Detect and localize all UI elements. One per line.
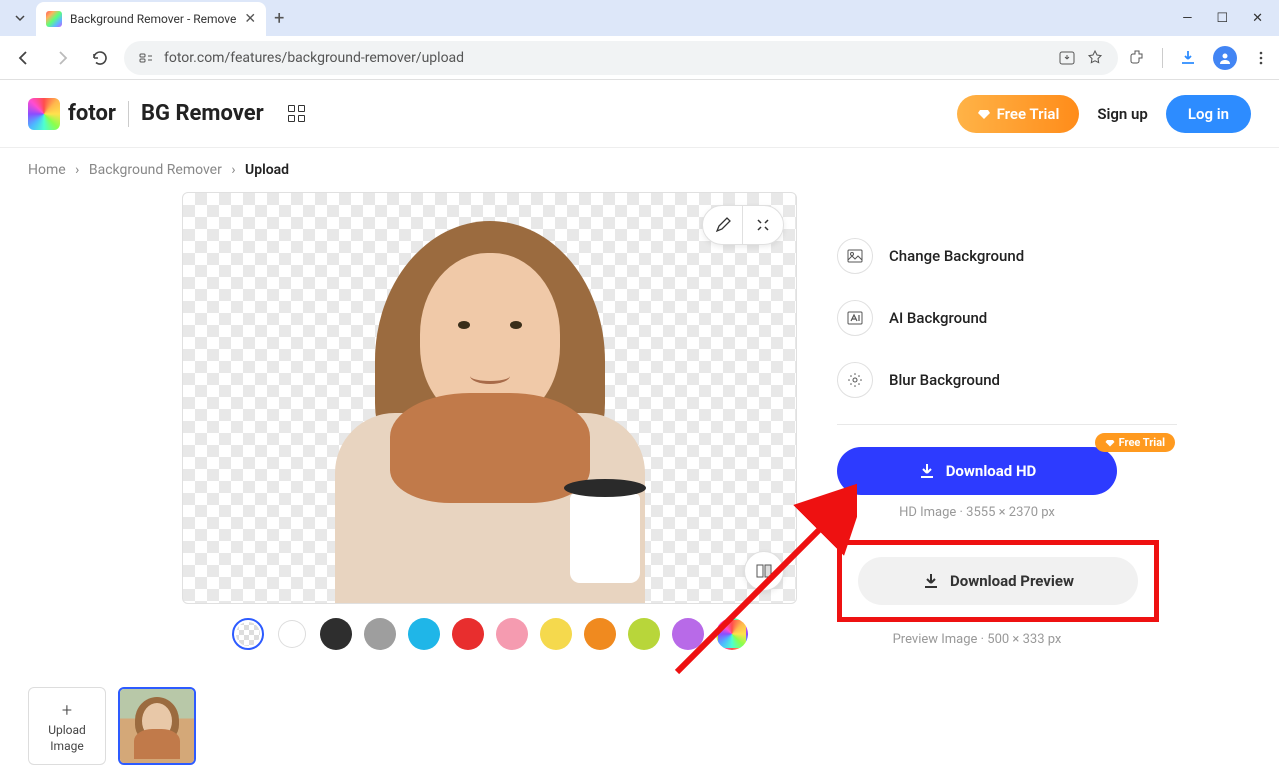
color-swatch[interactable] <box>232 618 264 650</box>
window-controls: — ☐ ✕ <box>1182 11 1271 26</box>
free-trial-label: Free Trial <box>997 105 1060 123</box>
download-preview-button[interactable]: Download Preview <box>858 557 1138 605</box>
back-button[interactable] <box>10 44 38 72</box>
color-swatches <box>182 618 797 650</box>
upload-image-button[interactable]: + Upload Image <box>28 687 106 765</box>
download-preview-label: Download Preview <box>950 572 1074 590</box>
downloads-icon[interactable] <box>1179 49 1197 67</box>
minimize-icon[interactable]: — <box>1182 11 1192 26</box>
reload-button[interactable] <box>86 44 114 72</box>
download-hd-button[interactable]: Download HD <box>837 447 1117 495</box>
install-app-icon[interactable] <box>1058 49 1076 67</box>
apps-grid-icon[interactable] <box>288 105 305 122</box>
color-swatch[interactable] <box>320 618 352 650</box>
brand-divider <box>128 101 129 127</box>
toolbar-divider <box>1162 48 1163 68</box>
action-panel: Change Background AI Background Blur Bac… <box>837 192 1177 667</box>
color-swatch[interactable] <box>408 618 440 650</box>
color-swatch[interactable] <box>716 618 748 650</box>
new-tab-button[interactable]: + <box>274 8 284 29</box>
download-icon <box>922 572 940 590</box>
upload-label-2: Image <box>50 739 83 753</box>
chevron-right-icon: › <box>75 162 79 178</box>
fotor-logo-icon[interactable] <box>28 98 60 130</box>
annotation-highlight: Download Preview <box>837 540 1159 622</box>
result-image <box>310 203 670 603</box>
breadcrumb: Home › Background Remover › Upload <box>0 148 1279 192</box>
thumbnail-preview <box>120 689 194 763</box>
compare-button[interactable] <box>744 551 784 591</box>
free-trial-badge: Free Trial <box>1095 433 1175 452</box>
bookmark-star-icon[interactable] <box>1086 49 1104 67</box>
profile-avatar[interactable] <box>1213 46 1237 70</box>
site-settings-icon[interactable] <box>138 50 154 66</box>
browser-tab-strip: Background Remover - Remove ✕ + — ☐ ✕ <box>0 0 1279 36</box>
color-swatch[interactable] <box>496 618 528 650</box>
download-icon <box>918 462 936 480</box>
tab-title: Background Remover - Remove <box>70 12 236 26</box>
chevron-right-icon: › <box>231 162 235 178</box>
url-text: fotor.com/features/background-remover/up… <box>164 50 1048 66</box>
color-swatch[interactable] <box>628 618 660 650</box>
brush-tool-button[interactable] <box>703 206 743 244</box>
color-swatch[interactable] <box>452 618 484 650</box>
hd-dimensions: HD Image · 3555 × 2370 px <box>837 505 1117 520</box>
preview-dimensions: Preview Image · 500 × 333 px <box>837 632 1117 647</box>
color-swatch[interactable] <box>364 618 396 650</box>
blur-bg-label: Blur Background <box>889 371 1000 389</box>
sub-brand: BG Remover <box>141 101 264 126</box>
image-thumbnail[interactable] <box>118 687 196 765</box>
menu-icon[interactable] <box>1253 50 1269 66</box>
canvas-toolbar <box>702 205 784 245</box>
favicon-icon <box>46 11 62 27</box>
browser-tab[interactable]: Background Remover - Remove ✕ <box>36 2 266 36</box>
ai-background-button[interactable]: AI Background <box>837 300 1177 336</box>
maximize-icon[interactable]: ☐ <box>1216 11 1228 26</box>
app-header: fotor BG Remover Free Trial Sign up Log … <box>0 80 1279 148</box>
breadcrumb-current: Upload <box>245 162 289 178</box>
url-input[interactable]: fotor.com/features/background-remover/up… <box>124 41 1118 75</box>
extensions-icon[interactable] <box>1128 49 1146 67</box>
image-canvas <box>182 192 797 604</box>
blur-icon <box>837 362 873 398</box>
change-bg-label: Change Background <box>889 247 1024 265</box>
breadcrumb-bg-remover[interactable]: Background Remover <box>89 162 222 178</box>
forward-button <box>48 44 76 72</box>
download-hd-label: Download HD <box>946 462 1037 480</box>
upload-label-1: Upload <box>48 723 86 737</box>
close-tab-icon[interactable]: ✕ <box>244 11 256 27</box>
color-swatch[interactable] <box>672 618 704 650</box>
close-window-icon[interactable]: ✕ <box>1252 11 1263 26</box>
signup-link[interactable]: Sign up <box>1097 105 1148 123</box>
plus-icon: + <box>62 700 72 721</box>
color-swatch[interactable] <box>276 618 308 650</box>
panel-divider <box>837 424 1177 425</box>
ai-bg-label: AI Background <box>889 309 987 327</box>
tab-search-dropdown[interactable] <box>8 6 32 30</box>
thumbnail-strip: + Upload Image <box>28 687 196 765</box>
diamond-icon <box>977 107 991 121</box>
address-bar: fotor.com/features/background-remover/up… <box>0 36 1279 80</box>
free-trial-button[interactable]: Free Trial <box>957 95 1080 133</box>
color-swatch[interactable] <box>540 618 572 650</box>
ai-icon <box>837 300 873 336</box>
color-swatch[interactable] <box>584 618 616 650</box>
change-background-button[interactable]: Change Background <box>837 238 1177 274</box>
breadcrumb-home[interactable]: Home <box>28 162 66 178</box>
blur-background-button[interactable]: Blur Background <box>837 362 1177 398</box>
image-icon <box>837 238 873 274</box>
magic-tool-button[interactable] <box>743 206 783 244</box>
brand-name[interactable]: fotor <box>68 101 116 126</box>
login-button[interactable]: Log in <box>1166 95 1251 133</box>
